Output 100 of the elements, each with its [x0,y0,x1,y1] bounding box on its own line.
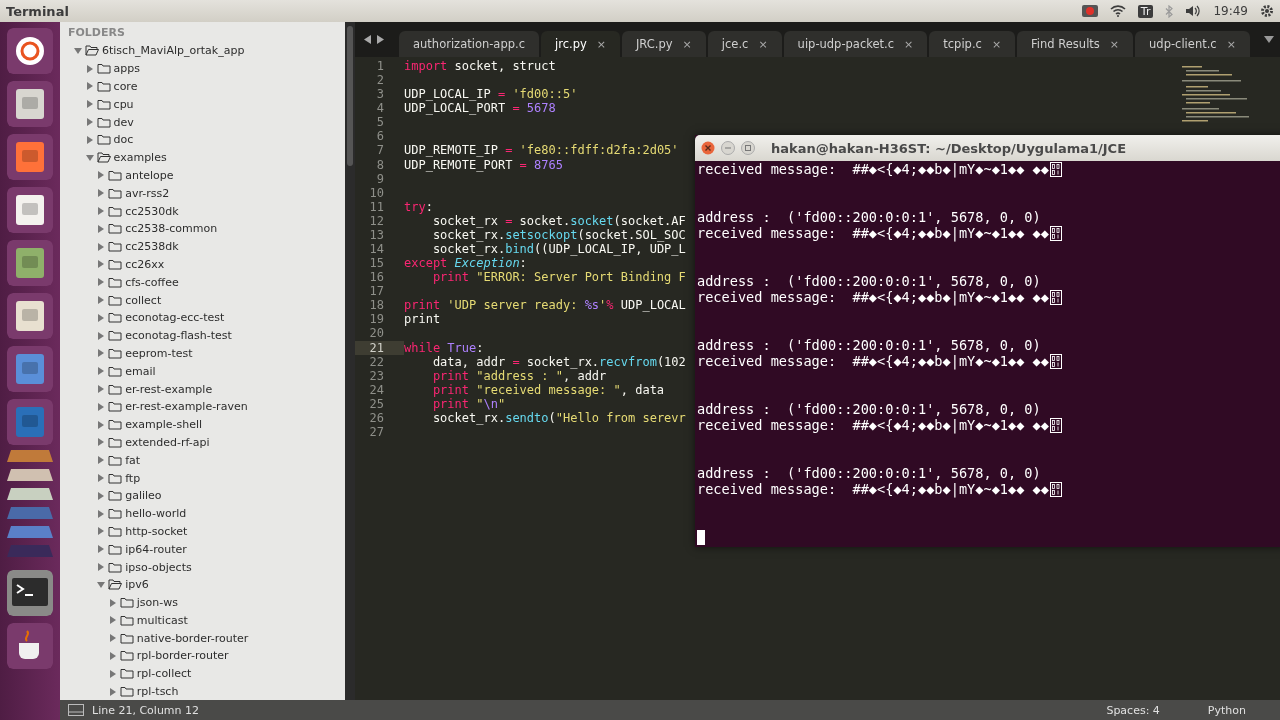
collapsed-arrow-icon[interactable] [97,491,106,500]
folder-name[interactable]: hello-world [125,507,187,521]
folder-name[interactable]: extended-rf-api [125,435,210,449]
folder-name[interactable]: galileo [125,489,162,503]
wifi-icon[interactable] [1109,5,1126,17]
maximize-icon[interactable] [741,141,755,155]
close-icon[interactable]: × [682,37,692,51]
scrollbar-thumb[interactable] [347,26,353,166]
close-icon[interactable]: × [991,37,1002,51]
collapsed-arrow-icon[interactable] [97,207,106,216]
close-icon[interactable]: × [904,37,914,51]
folder-name[interactable]: rpl-tsch [136,685,179,699]
expanded-arrow-icon[interactable] [97,580,106,589]
collapsed-arrow-icon[interactable] [85,100,94,109]
stacked-app-icon[interactable] [7,448,53,464]
folder-name[interactable]: examples [113,151,167,165]
previous-arrow-icon[interactable] [363,35,372,44]
keyboard-indicator[interactable]: Tr [1137,4,1154,18]
collapsed-arrow-icon[interactable] [85,135,94,144]
folder-name[interactable]: multicast [136,613,188,627]
collapsed-arrow-icon[interactable] [108,616,117,625]
editor-tab[interactable]: jrc.py × [541,31,620,57]
close-icon[interactable]: × [1109,37,1120,51]
collapsed-arrow-icon[interactable] [97,349,106,358]
folder-name[interactable]: 6tisch_MaviAlp_ortak_app [102,44,245,58]
folder-name[interactable]: cfs-coffee [125,275,179,289]
collapsed-arrow-icon[interactable] [97,260,106,269]
folder-name[interactable]: eeprom-test [125,346,193,360]
syntax-setting[interactable]: Python [1207,703,1246,717]
indentation-setting[interactable]: Spaces: 4 [1106,703,1160,717]
folder-name[interactable]: cc26xx [125,257,165,271]
bluetooth-icon[interactable] [1165,4,1174,18]
folder-name[interactable]: avr-rss2 [125,186,170,200]
folder-name[interactable]: cc2530dk [125,204,179,218]
folder-name[interactable]: er-rest-example-raven [125,400,248,414]
folder-name[interactable]: http-socket [125,524,188,538]
collapsed-arrow-icon[interactable] [108,598,117,607]
collapsed-arrow-icon[interactable] [97,367,106,376]
collapsed-arrow-icon[interactable] [97,402,106,411]
collapsed-arrow-icon[interactable] [97,331,106,340]
launcher-app-icon[interactable] [7,240,53,286]
collapsed-arrow-icon[interactable] [97,313,106,322]
launcher-app-icon[interactable] [7,81,53,127]
record-icon[interactable] [1081,5,1098,17]
collapsed-arrow-icon[interactable] [97,385,106,394]
collapsed-arrow-icon[interactable] [97,563,106,571]
editor-tab[interactable]: udp-client.c × [1135,31,1250,57]
folder-name[interactable]: collect [125,293,162,307]
folder-name[interactable]: fat [125,453,141,467]
folder-name[interactable]: native-border-router [136,631,249,645]
expanded-arrow-icon[interactable] [85,153,94,162]
collapsed-arrow-icon[interactable] [97,242,106,251]
collapsed-arrow-icon[interactable] [97,509,106,518]
collapsed-arrow-icon[interactable] [108,687,117,696]
collapsed-arrow-icon[interactable] [85,118,94,127]
folder-name[interactable]: ipso-objects [125,560,192,574]
collapsed-arrow-icon[interactable] [108,669,117,678]
folder-name[interactable]: cc2538-common [125,222,218,236]
launcher-app-icon[interactable] [7,187,53,233]
collapsed-arrow-icon[interactable] [85,64,94,73]
launcher-app-icon[interactable] [7,28,53,74]
collapsed-arrow-icon[interactable] [108,652,117,660]
expanded-arrow-icon[interactable] [74,46,82,55]
clock[interactable]: 19:49 [1213,4,1248,18]
folder-name[interactable]: ip64-router [125,542,187,556]
folder-name[interactable]: rpl-collect [136,667,192,681]
folder-name[interactable]: core [113,80,138,93]
collapsed-arrow-icon[interactable] [97,278,106,287]
editor-tab[interactable]: jce.c × [707,31,782,57]
close-icon[interactable]: × [1226,37,1236,51]
close-icon[interactable] [701,141,715,155]
folder-name[interactable]: rpl-border-router [136,649,229,663]
folder-name[interactable]: ftp [125,471,141,485]
stacked-app-icon[interactable] [7,467,53,483]
close-icon[interactable]: × [596,37,606,51]
folder-name[interactable]: doc [113,133,134,147]
stacked-app-icon[interactable] [7,486,53,502]
volume-icon[interactable] [1185,5,1202,17]
folder-name[interactable]: cpu [113,97,134,111]
collapsed-arrow-icon[interactable] [97,527,106,536]
folder-name[interactable]: json-ws [136,596,178,610]
collapsed-arrow-icon[interactable] [97,438,106,447]
folder-name[interactable]: econotag-flash-test [125,329,232,343]
next-arrow-icon[interactable] [376,35,385,44]
collapsed-arrow-icon[interactable] [97,171,106,180]
coffee-cup-icon[interactable] [7,623,53,669]
dropdown-arrow-icon[interactable] [1264,36,1274,43]
panel-icon[interactable] [68,704,84,716]
editor-tab[interactable]: Find Results × [1017,31,1134,57]
collapsed-arrow-icon[interactable] [97,296,106,305]
collapsed-arrow-icon[interactable] [97,189,106,198]
collapsed-arrow-icon[interactable] [97,224,106,233]
minimize-icon[interactable] [721,141,735,155]
folder-name[interactable]: cc2538dk [125,240,179,254]
editor-tab[interactable]: tcpip.c × [929,31,1016,57]
collapsed-arrow-icon[interactable] [97,545,106,554]
collapsed-arrow-icon[interactable] [108,634,117,643]
folder-name[interactable]: dev [113,115,134,129]
folder-name[interactable]: antelope [125,168,174,182]
settings-icon[interactable] [1260,4,1274,18]
